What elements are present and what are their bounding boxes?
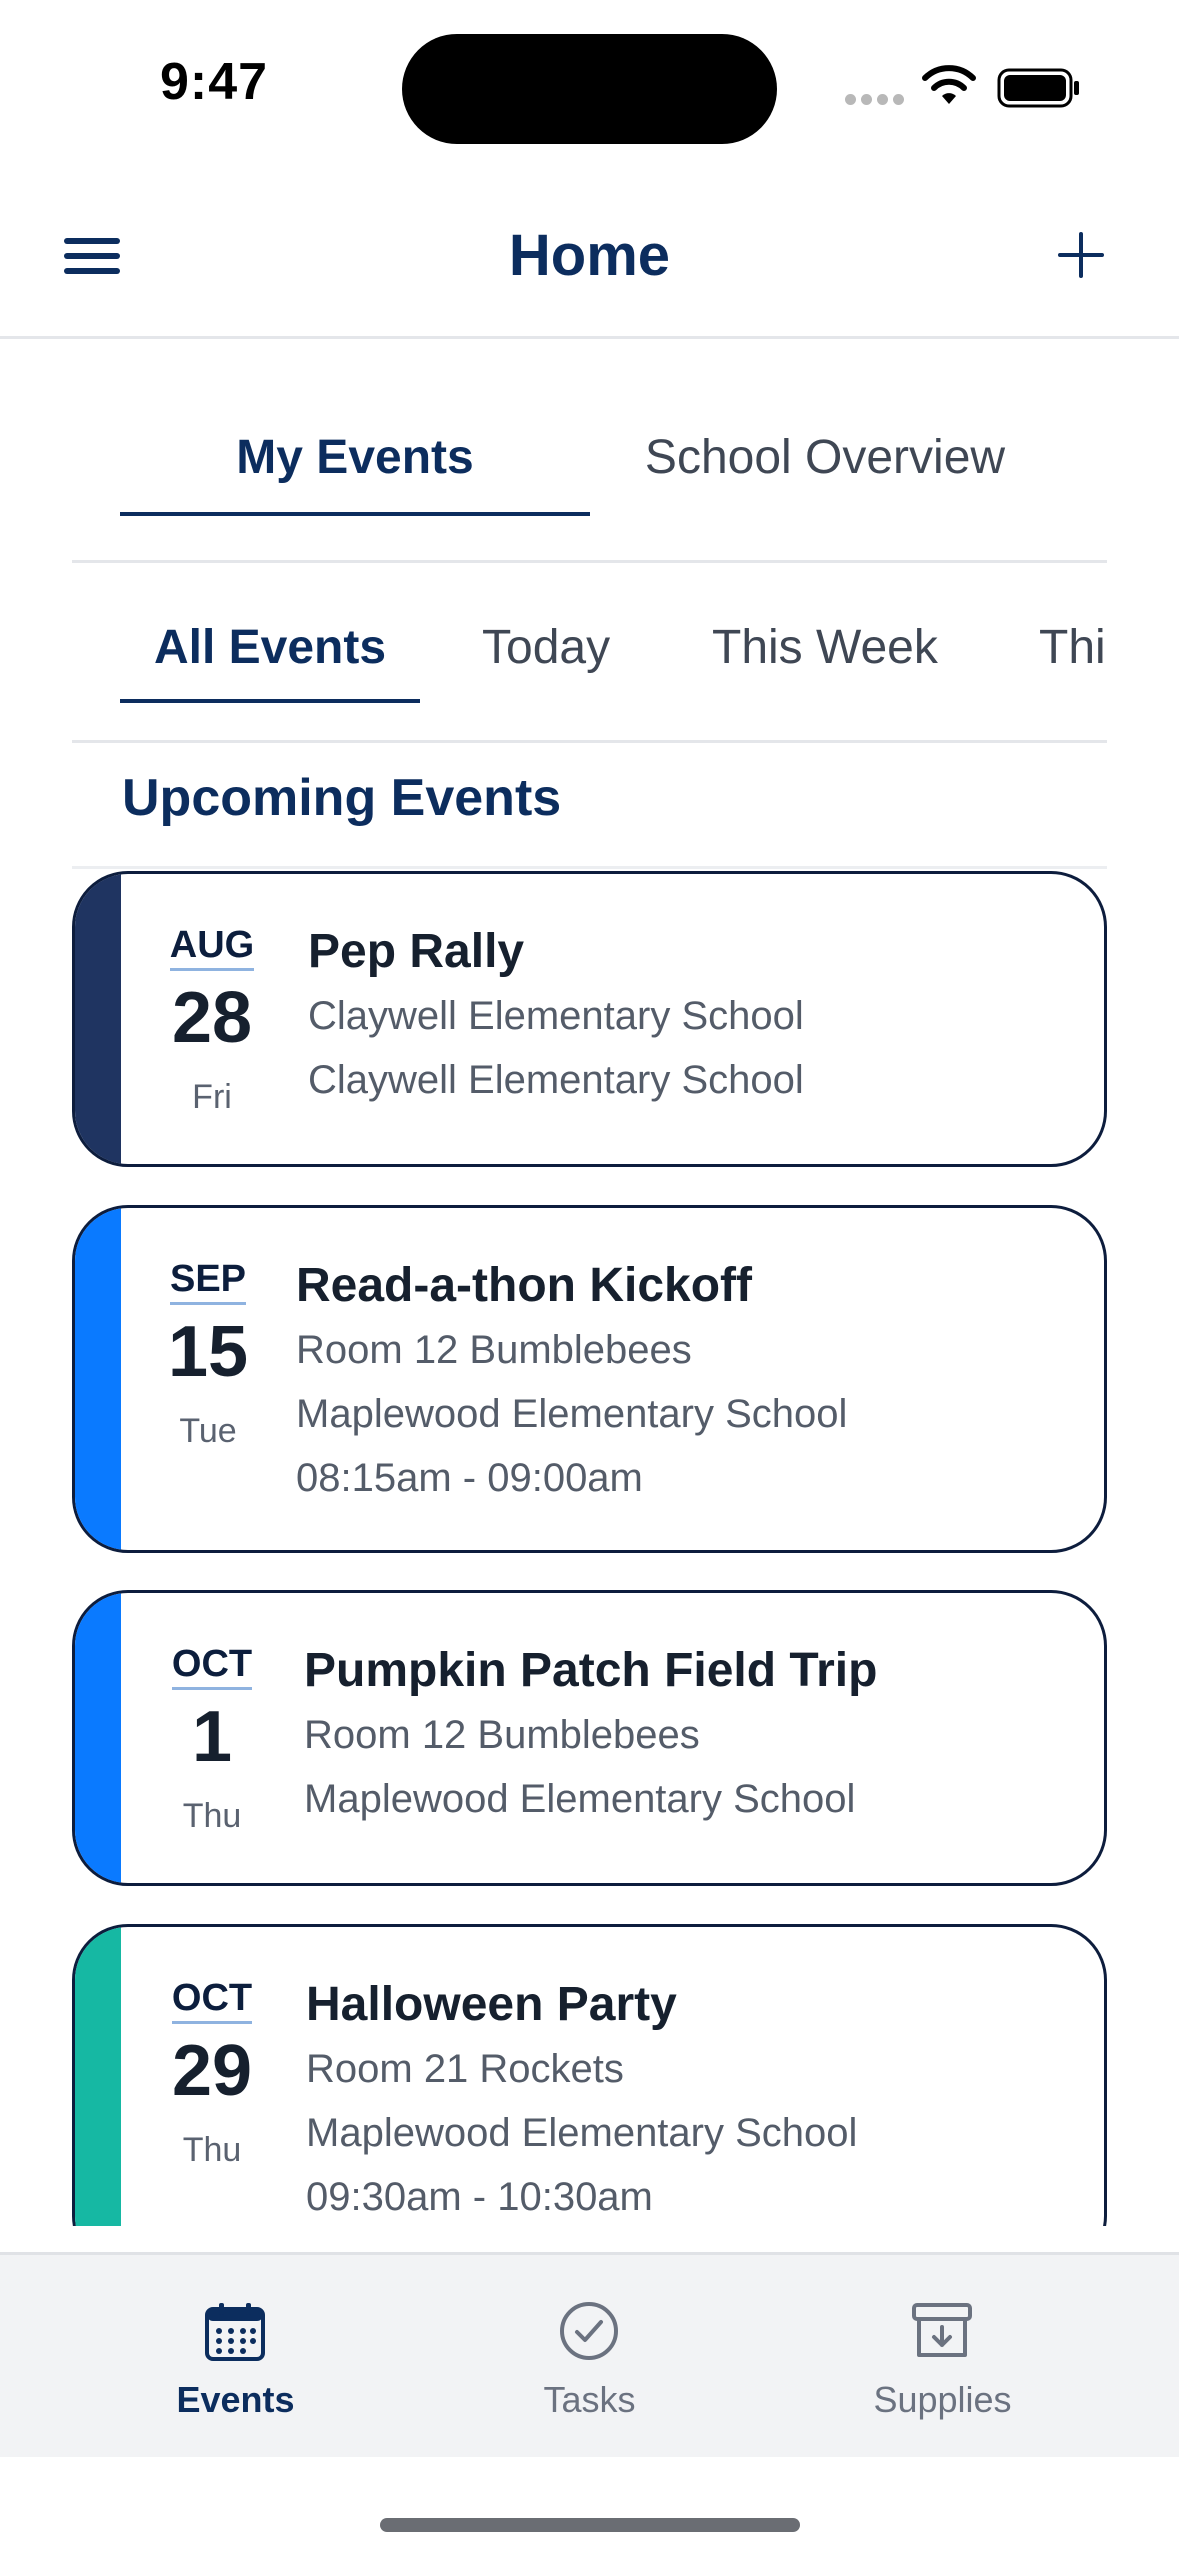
event-school: Maplewood Elementary School xyxy=(304,1777,856,1821)
section-title: Upcoming Events xyxy=(122,769,562,827)
event-month: SEP xyxy=(138,1258,278,1305)
event-month: OCT xyxy=(142,1643,282,1690)
tab-label: Supplies xyxy=(873,2379,1012,2420)
event-time: 08:15am - 09:00am xyxy=(296,1456,643,1500)
page-title: Home xyxy=(508,223,671,288)
event-location: Claywell Elementary School xyxy=(308,994,804,1038)
event-weekday: Tue xyxy=(179,1412,237,1450)
event-school: Maplewood Elementary School xyxy=(306,2111,858,2155)
event-school: Claywell Elementary School xyxy=(308,1058,804,1102)
event-location: Room 12 Bumblebees xyxy=(304,1713,700,1757)
event-accent-bar xyxy=(75,874,121,1164)
event-card[interactable]: OCT 1 Thu Pumpkin Patch Field Trip Room … xyxy=(72,1590,1107,1886)
filter-tabs: All Events Today This Week Thi xyxy=(72,560,1107,743)
dynamic-island xyxy=(402,34,777,144)
events-list[interactable]: AUG 28 Fri Pep Rally Claywell Elementary… xyxy=(0,866,1179,2226)
event-card[interactable]: OCT 29 Thu Halloween Party Room 21 Rocke… xyxy=(72,1924,1107,2226)
archive-box-icon xyxy=(912,2303,972,2357)
tab-today[interactable]: Today xyxy=(482,620,610,675)
tab-supplies[interactable]: Supplies xyxy=(746,2255,1139,2457)
wifi-icon xyxy=(922,65,976,104)
event-card[interactable]: SEP 15 Tue Read-a-thon Kickoff Room 12 B… xyxy=(72,1205,1107,1553)
event-title: Halloween Party xyxy=(306,1978,677,2031)
home-indicator[interactable] xyxy=(380,2518,800,2532)
tab-school-overview[interactable]: School Overview xyxy=(590,430,1060,485)
primary-tabs: My Events School Overview xyxy=(72,400,1107,563)
tab-label: Events xyxy=(176,2379,295,2420)
status-time: 9:47 xyxy=(160,53,269,111)
event-weekday: Thu xyxy=(182,2131,242,2169)
event-accent-bar xyxy=(75,1593,121,1883)
navigation-bar: Home xyxy=(0,170,1179,339)
battery-icon xyxy=(997,68,1079,108)
tab-all-events[interactable]: All Events xyxy=(120,620,420,675)
bottom-tab-bar: Events Tasks Supplies xyxy=(0,2252,1179,2457)
event-time: 09:30am - 10:30am xyxy=(306,2175,653,2219)
event-day: 1 xyxy=(191,1697,233,1777)
active-filter-indicator xyxy=(120,699,420,703)
tab-events[interactable]: Events xyxy=(39,2255,432,2457)
event-title: Read-a-thon Kickoff xyxy=(296,1259,752,1312)
check-circle-icon xyxy=(560,2302,618,2360)
add-icon[interactable] xyxy=(1056,230,1106,280)
event-accent-bar xyxy=(75,1208,121,1550)
calendar-icon xyxy=(205,2303,265,2361)
event-weekday: Fri xyxy=(192,1078,232,1116)
event-location: Room 12 Bumblebees xyxy=(296,1328,692,1372)
event-title: Pumpkin Patch Field Trip xyxy=(304,1644,878,1697)
event-accent-bar xyxy=(75,1927,121,2226)
event-location: Room 21 Rockets xyxy=(306,2047,624,2091)
tab-this-month[interactable]: Thi xyxy=(1039,620,1106,675)
event-card[interactable]: AUG 28 Fri Pep Rally Claywell Elementary… xyxy=(72,871,1107,1167)
tab-this-week[interactable]: This Week xyxy=(712,620,938,675)
event-day: 29 xyxy=(171,2031,253,2111)
tab-my-events[interactable]: My Events xyxy=(120,430,590,485)
event-month: OCT xyxy=(142,1977,282,2024)
status-bar: 9:47 xyxy=(0,0,1179,170)
event-title: Pep Rally xyxy=(308,925,525,978)
tab-label: Tasks xyxy=(543,2379,636,2420)
event-weekday: Thu xyxy=(182,1797,242,1835)
event-school: Maplewood Elementary School xyxy=(296,1392,848,1436)
cellular-signal-icon xyxy=(845,94,905,106)
active-tab-indicator xyxy=(120,512,590,516)
section-header: Upcoming Events xyxy=(72,740,1107,869)
event-day: 28 xyxy=(171,978,253,1058)
event-month: AUG xyxy=(142,924,282,971)
event-day: 15 xyxy=(167,1312,249,1392)
tab-tasks[interactable]: Tasks xyxy=(393,2255,786,2457)
